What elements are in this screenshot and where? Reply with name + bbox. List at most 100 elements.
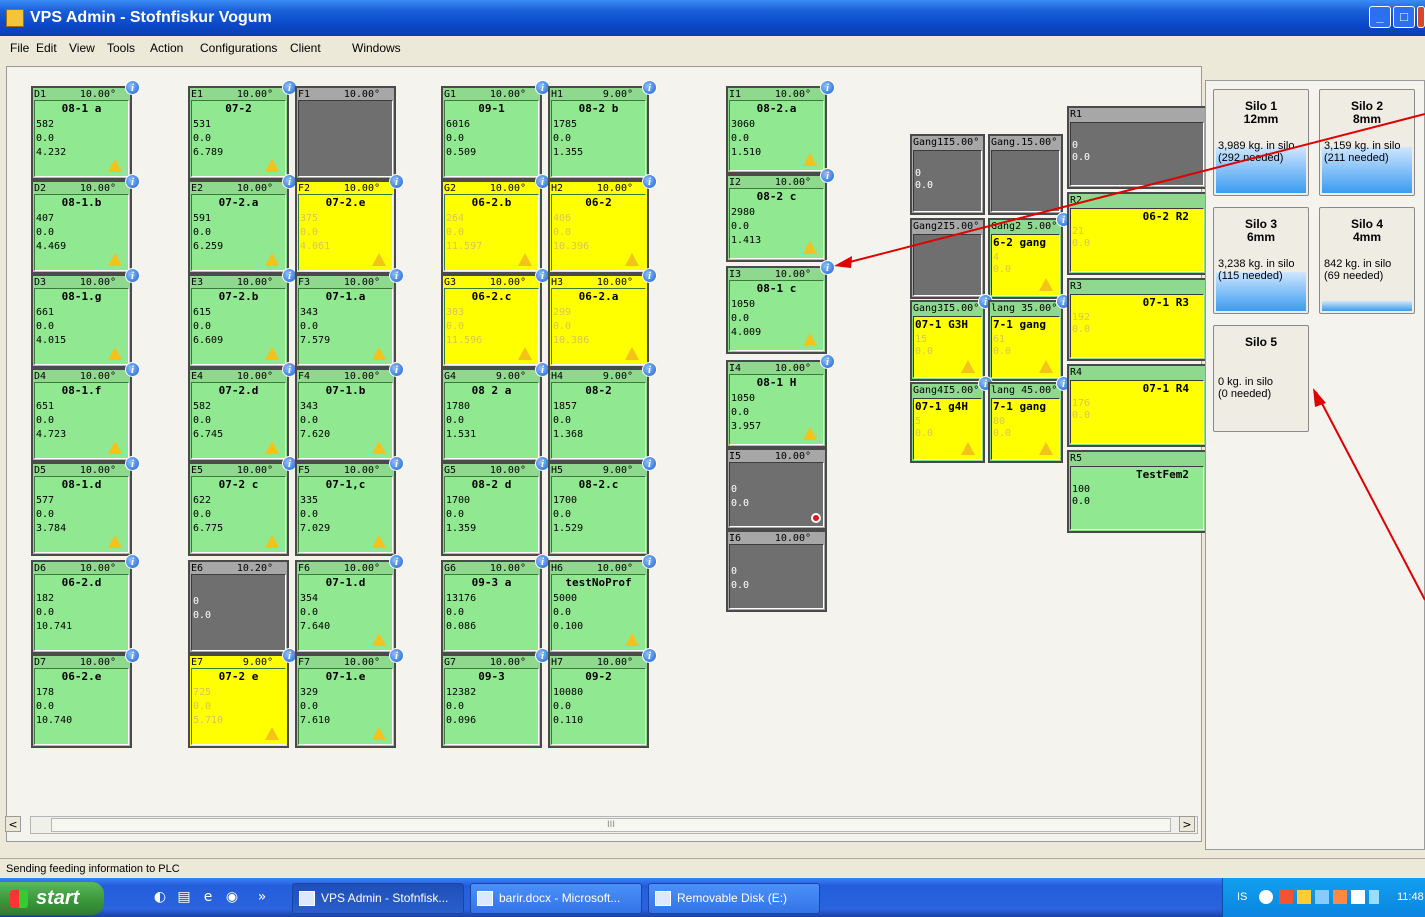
language-indicator[interactable]: IS <box>1237 878 1247 917</box>
warning-icon[interactable] <box>1039 442 1053 455</box>
tank-g7[interactable]: G7 10.00° 09-3 12382 0.0 0.096 <box>441 654 542 748</box>
warning-icon[interactable] <box>625 347 639 360</box>
info-icon[interactable]: i <box>125 268 140 283</box>
warning-icon[interactable] <box>108 347 122 360</box>
silo-3[interactable]: Silo 3 6mm 3,238 kg. in silo (115 needed) <box>1213 207 1309 314</box>
menu-view[interactable]: View <box>69 36 95 60</box>
tank-i6[interactable]: I6 10.00° 0 0.0 <box>726 530 827 612</box>
maximize-button[interactable]: □ <box>1393 6 1415 28</box>
silo-2[interactable]: Silo 2 8mm 3,159 kg. in silo (211 needed) <box>1319 89 1415 196</box>
tank-h5[interactable]: H5 9.00° 08-2.c 1700 0.0 1.529 <box>548 462 649 556</box>
tank-h4[interactable]: H4 9.00° 08-2 1857 0.0 1.368 <box>548 368 649 462</box>
tank-g3[interactable]: G3 10.00° 06-2.c 303 0.0 11.596 <box>441 274 542 368</box>
tank-e1[interactable]: E1 10.00° 07-2 531 0.0 6.789 <box>188 86 289 180</box>
tank-f7[interactable]: F7 10.00° 07-1.e 329 0.0 7.610 <box>295 654 396 748</box>
info-icon[interactable]: i <box>642 80 657 95</box>
warning-icon[interactable] <box>372 441 386 454</box>
info-icon[interactable]: i <box>820 260 835 275</box>
r-tank-r3[interactable]: R3 07-1 R3 192 0.0 <box>1067 278 1207 361</box>
info-icon[interactable]: i <box>125 80 140 95</box>
menu-action[interactable]: Action <box>150 36 183 60</box>
tank-h6[interactable]: H6 10.00° testNoProf 5000 0.0 0.100 <box>548 560 649 654</box>
warning-icon[interactable] <box>265 347 279 360</box>
scroll-right-button[interactable]: > <box>1179 816 1195 832</box>
warning-icon[interactable] <box>961 442 975 455</box>
info-icon[interactable]: i <box>642 362 657 377</box>
tank-h1[interactable]: H1 9.00° 08-2 b 1785 0.0 1.355 <box>548 86 649 180</box>
warning-icon[interactable] <box>518 253 532 266</box>
tank-f6[interactable]: F6 10.00° 07-1.d 354 0.0 7.640 <box>295 560 396 654</box>
warning-icon[interactable] <box>372 535 386 548</box>
quicklaunch-ie-icon[interactable]: e <box>198 887 218 907</box>
tray-expand-icon[interactable] <box>1259 890 1273 904</box>
tank-g1[interactable]: G1 10.00° 09-1 6016 0.0 0.509 <box>441 86 542 180</box>
silo-5[interactable]: Silo 5 0 kg. in silo (0 needed) <box>1213 325 1309 432</box>
warning-icon[interactable] <box>803 153 817 166</box>
gang-tank-8[interactable]: lang 45.00° 7-1 gang 80 0.0 <box>988 382 1063 463</box>
info-icon[interactable]: i <box>389 456 404 471</box>
tank-d3[interactable]: D3 10.00° 08-1.g 661 0.0 4.015 <box>31 274 132 368</box>
silo-4[interactable]: Silo 4 4mm 842 kg. in silo (69 needed) <box>1319 207 1415 314</box>
warning-icon[interactable] <box>803 241 817 254</box>
warning-icon[interactable] <box>372 633 386 646</box>
tank-g6[interactable]: G6 10.00° 09-3 a 13176 0.0 0.086 <box>441 560 542 654</box>
info-icon[interactable]: i <box>642 554 657 569</box>
tank-e6[interactable]: E6 10.20° 0 0.0 <box>188 560 289 654</box>
info-icon[interactable]: i <box>125 648 140 663</box>
scroll-thumb[interactable]: III <box>51 818 1171 832</box>
menu-edit[interactable]: Edit <box>36 36 57 60</box>
warning-icon[interactable] <box>372 727 386 740</box>
warning-icon[interactable] <box>265 727 279 740</box>
warning-icon[interactable] <box>803 333 817 346</box>
gang-tank-2[interactable]: Gang.15.00° <box>988 134 1063 215</box>
warning-icon[interactable] <box>108 159 122 172</box>
info-icon[interactable]: i <box>820 354 835 369</box>
tray-icons[interactable] <box>1279 890 1379 904</box>
tank-g2[interactable]: G2 10.00° 06-2.b 264 0.0 11.597 <box>441 180 542 274</box>
gang-tank-5[interactable]: Gang3I5.00° 07-1 G3H 15 0.0 <box>910 300 985 381</box>
r-tank-r5[interactable]: R5 TestFem2 100 0.0 <box>1067 450 1207 533</box>
tank-i3[interactable]: I3 10.00° 08-1 c 1050 0.0 4.009 <box>726 266 827 354</box>
info-icon[interactable]: i <box>125 362 140 377</box>
info-icon[interactable]: i <box>820 80 835 95</box>
tank-d4[interactable]: D4 10.00° 08-1.f 651 0.0 4.723 <box>31 368 132 462</box>
quicklaunch-browser-icon[interactable]: ◐ <box>150 887 170 907</box>
tank-f5[interactable]: F5 10.00° 07-1,c 335 0.0 7.029 <box>295 462 396 556</box>
warning-icon[interactable] <box>108 535 122 548</box>
tank-g4[interactable]: G4 9.00° 08 2 a 1780 0.0 1.531 <box>441 368 542 462</box>
quicklaunch-desktop-icon[interactable]: ▤ <box>174 887 194 907</box>
taskbar-button-removable-disk[interactable]: Removable Disk (E:) <box>648 883 820 914</box>
tank-i1[interactable]: I1 10.00° 08-2.a 3060 0.0 1.510 <box>726 86 827 174</box>
silo-1[interactable]: Silo 1 12mm 3,989 kg. in silo (292 needed) <box>1213 89 1309 196</box>
warning-icon[interactable] <box>265 441 279 454</box>
menu-configurations[interactable]: Configurations <box>200 36 277 60</box>
r-tank-r4[interactable]: R4 07-1 R4 176 0.0 <box>1067 364 1207 447</box>
tank-h3[interactable]: H3 10.00° 06-2.a 299 0.0 10.386 <box>548 274 649 368</box>
info-icon[interactable]: i <box>642 268 657 283</box>
horizontal-scrollbar[interactable]: < III > <box>5 816 1198 834</box>
info-icon[interactable]: i <box>389 174 404 189</box>
info-icon[interactable]: i <box>125 174 140 189</box>
tank-d5[interactable]: D5 10.00° 08-1.d 577 0.0 3.784 <box>31 462 132 556</box>
info-icon[interactable]: i <box>642 456 657 471</box>
warning-icon[interactable] <box>625 633 639 646</box>
tank-e5[interactable]: E5 10.00° 07-2 c 622 0.0 6.775 <box>188 462 289 556</box>
tank-g5[interactable]: G5 10.00° 08-2 d 1700 0.0 1.359 <box>441 462 542 556</box>
taskbar-button-vps-admin[interactable]: VPS Admin - Stofnfisk... <box>292 883 464 914</box>
warning-icon[interactable] <box>625 253 639 266</box>
quicklaunch-media-icon[interactable]: ◉ <box>222 887 242 907</box>
warning-icon[interactable] <box>372 253 386 266</box>
tank-f2[interactable]: F2 10.00° 07-2.e 375 0.0 4.061 <box>295 180 396 274</box>
warning-icon[interactable] <box>961 360 975 373</box>
tank-d2[interactable]: D2 10.00° 08-1.b 407 0.0 4.469 <box>31 180 132 274</box>
info-icon[interactable]: i <box>642 648 657 663</box>
info-icon[interactable]: i <box>389 362 404 377</box>
info-icon[interactable]: i <box>642 174 657 189</box>
tank-f4[interactable]: F4 10.00° 07-1.b 343 0.0 7.620 <box>295 368 396 462</box>
taskbar-button-word[interactable]: barir.docx - Microsoft... <box>470 883 642 914</box>
tank-d1[interactable]: D1 10.00° 08-1 a 582 0.0 4.232 <box>31 86 132 180</box>
warning-icon[interactable] <box>1039 278 1053 291</box>
r-tank-r1[interactable]: R1 0 0.0 <box>1067 106 1207 189</box>
tank-i4[interactable]: I4 10.00° 08-1 H 1050 0.0 3.957 <box>726 360 827 448</box>
info-icon[interactable]: i <box>125 456 140 471</box>
